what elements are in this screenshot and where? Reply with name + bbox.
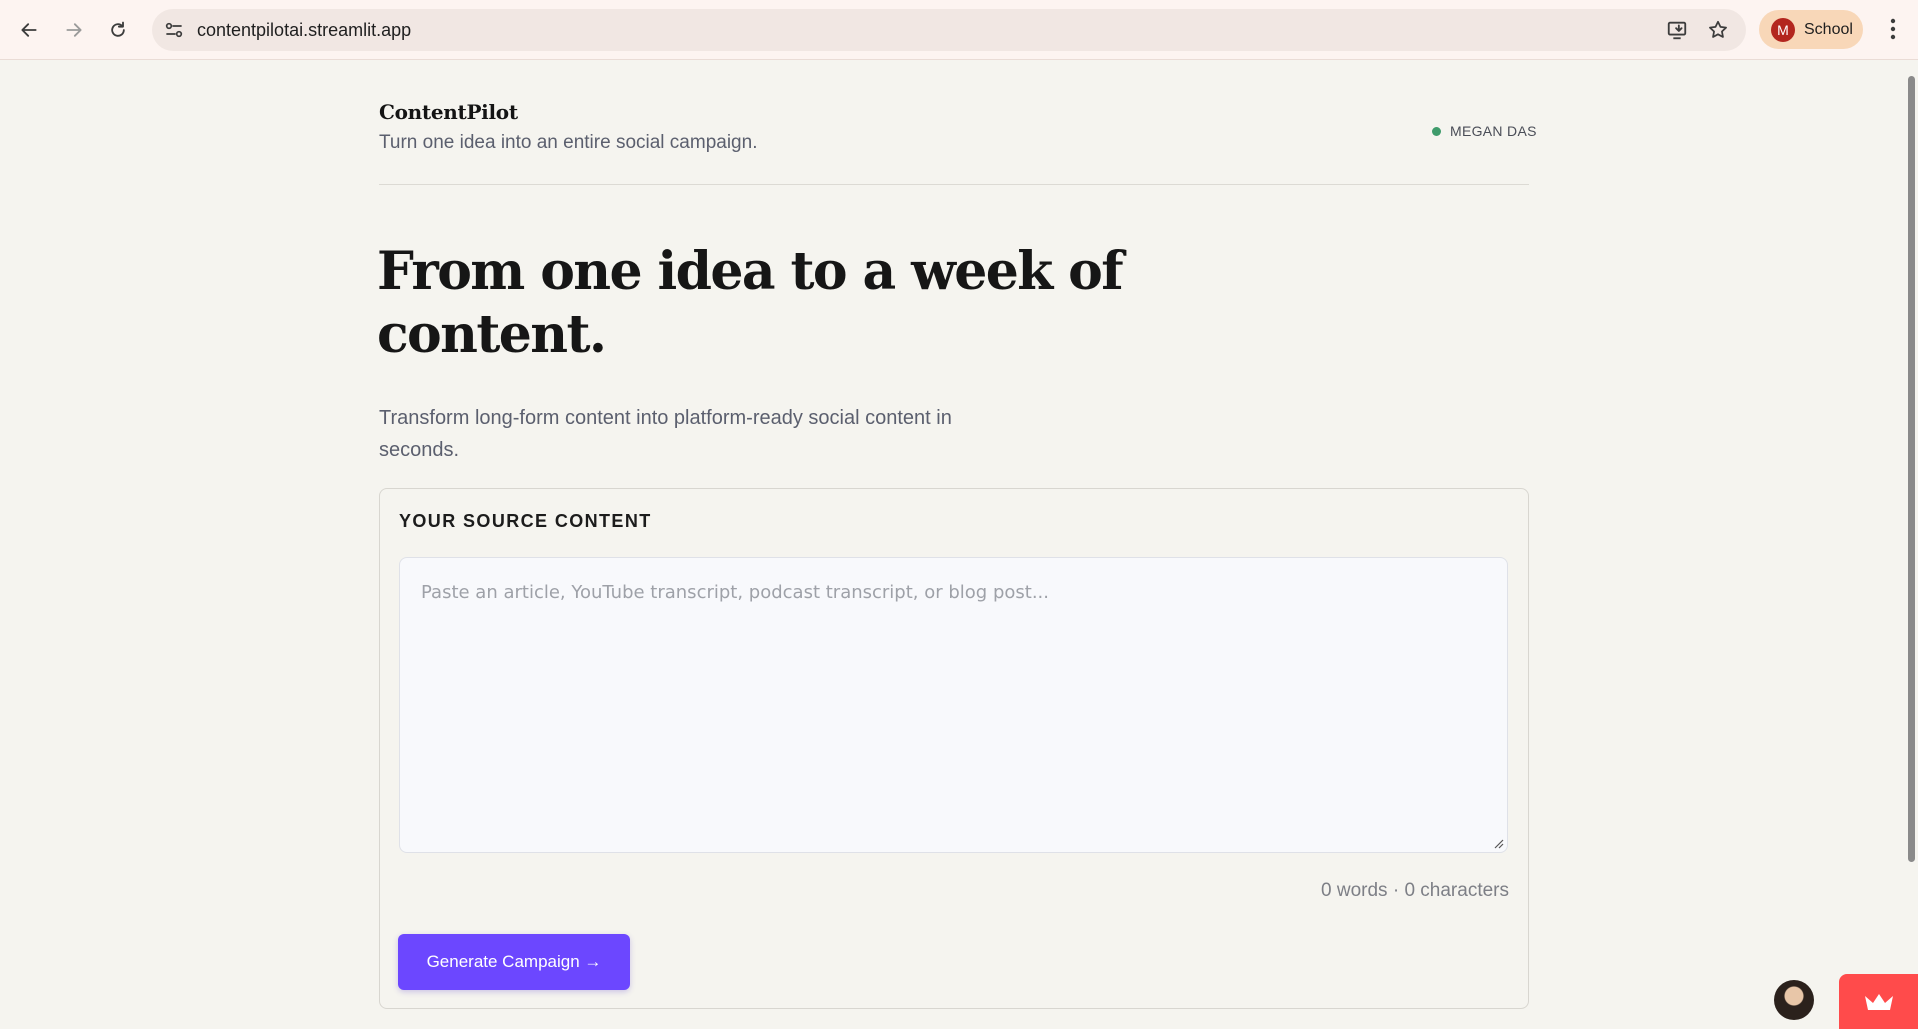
reload-icon — [111, 21, 125, 37]
arrow-left-icon — [21, 23, 37, 37]
generate-campaign-button[interactable]: Generate Campaign → — [398, 934, 630, 990]
scrollbar-thumb[interactable] — [1908, 76, 1915, 862]
address-bar[interactable]: contentpilotai.streamlit.app — [152, 9, 1746, 51]
word-character-counter: 0 words · 0 characters — [1321, 880, 1509, 901]
header-divider — [379, 184, 1529, 185]
online-status-dot — [1432, 126, 1441, 136]
profile-button[interactable]: M School — [1759, 10, 1863, 49]
resize-handle-icon[interactable] — [1494, 839, 1504, 849]
forward-button[interactable] — [57, 13, 91, 47]
bookmark-star-icon[interactable] — [1707, 19, 1729, 41]
app-header: ContentPilot Turn one idea into an entir… — [379, 100, 1529, 154]
user-status: MEGAN DAS — [1432, 123, 1537, 139]
user-name: MEGAN DAS — [1450, 123, 1537, 139]
browser-toolbar: contentpilotai.streamlit.app M School — [0, 0, 1918, 60]
more-menu-icon[interactable] — [1882, 15, 1904, 43]
streamlit-crown-icon — [1865, 994, 1893, 1010]
brand-logo: ContentPilot — [379, 100, 518, 124]
source-content-label: YOUR SOURCE CONTENT — [399, 511, 652, 531]
source-content-card: YOUR SOURCE CONTENT 0 words · 0 characte… — [379, 488, 1529, 1009]
arrow-right-icon — [66, 23, 82, 37]
profile-avatar-widget[interactable] — [1774, 980, 1814, 1020]
install-app-icon[interactable] — [1666, 19, 1688, 41]
source-content-input[interactable] — [399, 557, 1508, 853]
profile-name: School — [1804, 20, 1853, 38]
site-settings-icon[interactable] — [164, 20, 184, 40]
profile-avatar: M — [1771, 17, 1795, 42]
back-button[interactable] — [12, 13, 46, 47]
url-text[interactable]: contentpilotai.streamlit.app — [197, 20, 411, 41]
reload-button[interactable] — [101, 13, 135, 47]
hero-title: From one idea to a week of content. — [377, 241, 1124, 365]
brand-tagline: Turn one idea into an entire social camp… — [379, 132, 758, 153]
streamlit-badge[interactable] — [1839, 974, 1918, 1029]
hero-subtitle: Transform long-form content into platfor… — [379, 407, 952, 461]
